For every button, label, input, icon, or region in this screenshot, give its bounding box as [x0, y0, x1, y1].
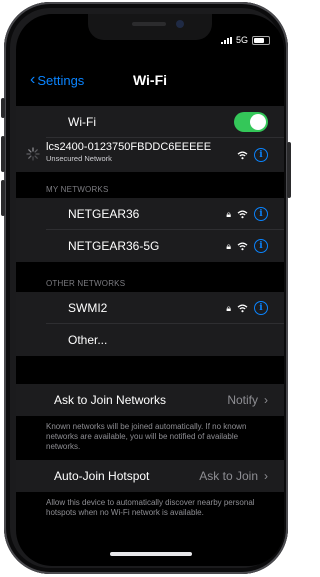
ask-to-join-note: Known networks will be joined automatica…	[46, 422, 247, 451]
wifi-signal-icon	[237, 303, 248, 312]
wifi-toggle[interactable]	[234, 112, 268, 132]
cellular-signal-icon	[220, 36, 232, 44]
other-networks-group: SWMI2 🔒︎ i Other...	[16, 292, 284, 356]
network-name: NETGEAR36-5G	[68, 239, 160, 253]
info-icon[interactable]: i	[254, 301, 268, 315]
network-icons: i	[237, 148, 268, 162]
power-button	[287, 142, 291, 198]
mute-switch	[1, 98, 5, 118]
network-row[interactable]: SWMI2 🔒︎ i	[16, 292, 284, 324]
other-network-row[interactable]: Other...	[16, 324, 284, 356]
chevron-right-icon: ›	[264, 393, 268, 407]
network-icons: 🔒︎ i	[226, 239, 268, 253]
ask-to-join-label: Ask to Join Networks	[54, 393, 167, 407]
volume-down-button	[1, 180, 5, 216]
toggle-knob	[250, 114, 266, 130]
auto-join-group: Auto-Join Hotspot Ask to Join ›	[16, 460, 284, 492]
auto-join-value-text: Ask to Join	[199, 469, 258, 483]
ask-to-join-value: Notify ›	[227, 393, 268, 407]
network-icons: 🔒︎ i	[226, 207, 268, 221]
auto-join-note: Allow this device to automatically disco…	[46, 498, 255, 517]
connecting-network-row[interactable]: lcs2400-0123750FBDDC6EEEEE Unsecured Net…	[16, 138, 284, 172]
connecting-network-name: lcs2400-0123750FBDDC6EEEEE	[46, 141, 212, 153]
battery-icon	[252, 35, 270, 45]
status-bar: 5G	[220, 35, 270, 45]
network-name: NETGEAR36	[68, 207, 140, 221]
wifi-signal-icon	[237, 150, 248, 159]
notch	[88, 14, 212, 40]
info-icon[interactable]: i	[254, 207, 268, 221]
other-networks-header: OTHER NETWORKS	[46, 279, 126, 288]
wifi-signal-icon	[237, 209, 248, 218]
info-icon[interactable]: i	[254, 239, 268, 253]
network-row[interactable]: NETGEAR36-5G 🔒︎ i	[16, 230, 284, 262]
network-name: SWMI2	[68, 301, 108, 315]
lock-icon: 🔒︎	[226, 208, 231, 219]
network-icons: 🔒︎ i	[226, 301, 268, 315]
network-row[interactable]: NETGEAR36 🔒︎ i	[16, 198, 284, 230]
screen: 5G ‹ Settings Wi-Fi Wi-Fi lcs2400-012375…	[16, 14, 284, 566]
wifi-group: Wi-Fi lcs2400-0123750FBDDC6EEEEE Unsecur…	[16, 106, 284, 172]
phone-frame: 5G ‹ Settings Wi-Fi Wi-Fi lcs2400-012375…	[1, 2, 291, 574]
front-camera	[176, 20, 184, 28]
my-networks-header: MY NETWORKS	[46, 185, 109, 194]
nav-bar: ‹ Settings Wi-Fi	[16, 66, 284, 94]
speaker	[132, 22, 166, 26]
info-icon[interactable]: i	[254, 148, 268, 162]
wifi-label: Wi-Fi	[68, 115, 96, 129]
wifi-signal-icon	[237, 241, 248, 250]
volume-up-button	[1, 136, 5, 172]
auto-join-value: Ask to Join ›	[199, 469, 268, 483]
my-networks-group: NETGEAR36 🔒︎ i NETGEAR36-5G 🔒︎ i	[16, 198, 284, 262]
network-type: 5G	[235, 35, 248, 45]
other-network-label: Other...	[68, 333, 108, 347]
auto-join-row[interactable]: Auto-Join Hotspot Ask to Join ›	[16, 460, 284, 492]
loading-spinner-icon	[26, 147, 40, 161]
auto-join-label: Auto-Join Hotspot	[54, 469, 150, 483]
connecting-network-subtitle: Unsecured Network	[46, 154, 112, 163]
ask-to-join-group: Ask to Join Networks Notify ›	[16, 384, 284, 416]
home-indicator[interactable]	[110, 552, 192, 556]
ask-to-join-row[interactable]: Ask to Join Networks Notify ›	[16, 384, 284, 416]
wifi-toggle-row: Wi-Fi	[16, 106, 284, 138]
page-title: Wi-Fi	[132, 72, 168, 88]
lock-icon: 🔒︎	[226, 302, 231, 313]
ask-to-join-value-text: Notify	[227, 393, 258, 407]
chevron-right-icon: ›	[264, 469, 268, 483]
lock-icon: 🔒︎	[226, 240, 231, 251]
